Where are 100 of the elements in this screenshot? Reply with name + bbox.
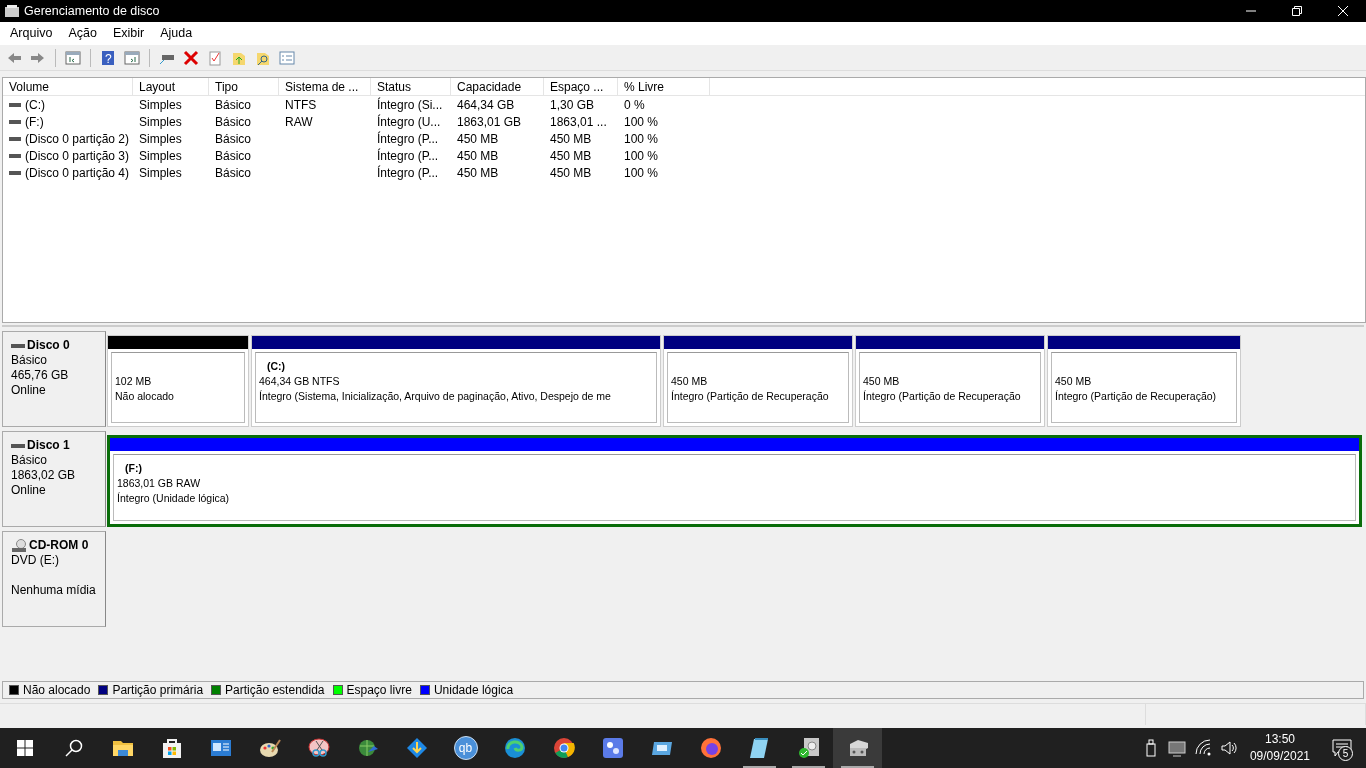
table-cell-text: (Disco 0 partição 3) [25, 147, 130, 165]
drive-icon [9, 118, 21, 125]
drive-icon [9, 101, 21, 108]
taskbar-app-button[interactable] [833, 728, 882, 768]
legend-label: Partição primária [112, 682, 204, 699]
clock[interactable]: 13:50 09/09/2021 [1241, 731, 1318, 765]
disk-size: 1863,02 GB [11, 468, 77, 483]
table-cell: RAW [285, 114, 313, 129]
partition[interactable]: 450 MB Íntegro (Partição de Recuperação [663, 335, 853, 427]
app-label: qb [453, 736, 478, 760]
partition-size: 450 MB [863, 374, 901, 389]
disk-name: CD-ROM 0 [29, 538, 89, 553]
disk-label-panel[interactable]: Disco 0 Básico 465,76 GB Online [2, 331, 106, 427]
table-cell: Simples [139, 97, 182, 112]
clock-date: 09/09/2021 [1249, 748, 1310, 765]
table-cell: 1863,01 GB [457, 114, 522, 129]
partition-size: 1863,01 GB RAW [117, 476, 202, 491]
notification-button[interactable]: 5 [1318, 728, 1366, 768]
table-cell: 450 MB [457, 131, 499, 146]
table-cell: Básico [215, 165, 252, 180]
table-cell: Íntegro (P... [377, 165, 439, 180]
table-cell: 100 % [624, 131, 659, 146]
partition-size: 450 MB [1055, 374, 1093, 389]
window-title: Gerenciamento de disco [23, 2, 161, 20]
table-cell: Básico [215, 148, 252, 163]
partition-status: Íntegro (Unidade lógica) [117, 491, 231, 506]
table-cell: 100 % [624, 165, 659, 180]
table-cell: Íntegro (P... [377, 148, 439, 163]
partition-status: Não alocado [115, 389, 175, 404]
restore-icon [1292, 6, 1302, 16]
table-cell: 1863,01 ... [550, 114, 607, 129]
partition-status: Íntegro (Sistema, Inicialização, Arquivo de paginação, Ativo, Despejo de me [259, 389, 612, 404]
partition-status: Íntegro (Partição de Recuperação [671, 389, 830, 404]
partition[interactable]: 102 MB Não alocado [107, 335, 249, 427]
close-icon [1338, 6, 1348, 16]
help-button[interactable]: ? [98, 47, 118, 68]
partition-size: 450 MB [671, 374, 709, 389]
table-cell: Íntegro (Si... [377, 97, 443, 112]
legend-label: Espaço livre [346, 682, 412, 699]
disk-label-panel[interactable]: Disco 1 Básico 1863,02 GB Online [2, 431, 106, 527]
drive-icon [9, 152, 21, 159]
disk-size: 465,76 GB [11, 368, 70, 383]
table-cell: Simples [139, 114, 182, 129]
search-icon [64, 739, 83, 757]
table-cell: NTFS [285, 97, 317, 112]
table-cell: Básico [215, 97, 252, 112]
drive-icon [9, 135, 21, 142]
chat-bubble-icon [1332, 739, 1352, 757]
menu-item[interactable]: Ação [60, 22, 105, 45]
table-cell-text: (Disco 0 partição 4) [25, 164, 130, 182]
table-cell-text: (F:) [25, 113, 44, 131]
partition-size: 464,34 GB NTFS [259, 374, 341, 389]
partition-status: Íntegro (Partição de Recuperação) [1055, 389, 1218, 404]
legend-label: Unidade lógica [433, 682, 514, 699]
legend-label: Não alocado [23, 682, 91, 699]
disk-label-panel[interactable]: CD-ROM 0 DVD (E:) Nenhuma mídia [2, 531, 106, 627]
table-cell: 450 MB [550, 148, 592, 163]
disk-name: Disco 0 [27, 338, 70, 353]
partition-size: 102 MB [115, 374, 153, 389]
menu-item[interactable]: Exibir [104, 22, 153, 45]
circle-logo-icon [551, 736, 576, 760]
disk-check-icon [796, 736, 821, 760]
table-cell: 450 MB [457, 148, 499, 163]
table-cell: Íntegro (U... [377, 114, 441, 129]
notification-count: 5 [1338, 746, 1353, 761]
menu-item[interactable]: Arquivo [2, 22, 61, 45]
disk-status: Online [11, 383, 47, 398]
table-cell: 100 % [624, 114, 659, 129]
table-cell: Básico [215, 131, 252, 146]
panel-icon [65, 49, 81, 66]
table-cell: Simples [139, 131, 182, 146]
table-cell-text: (Disco 0 partição 2) [25, 130, 130, 148]
checklist-icon [207, 49, 223, 66]
legend-label: Partição estendida [225, 682, 325, 699]
partition[interactable]: (C:) 464,34 GB NTFS Íntegro (Sistema, Inicialização, Arquivo de paginação, Ativo, Despejo de me [251, 335, 661, 427]
windows-logo-icon [16, 740, 33, 756]
panel-icon [124, 49, 140, 66]
table-cell-text: (C:) [25, 96, 45, 114]
properties-icon [279, 49, 295, 66]
delete-icon [183, 49, 199, 66]
disk-name: Disco 1 [27, 438, 70, 453]
partition-label: (C:) [266, 359, 287, 374]
table-cell: Íntegro (P... [377, 131, 439, 146]
disk-type: DVD (E:) [11, 553, 60, 568]
table-cell: 464,34 GB [457, 97, 515, 112]
disk-status: Online [11, 483, 47, 498]
partition[interactable]: (F:) 1863,01 GB RAW Íntegro (Unidade lógica) [107, 435, 1362, 527]
partition[interactable]: 450 MB Íntegro (Partição de Recuperação) [1047, 335, 1241, 427]
cd-drive-icon [11, 538, 27, 553]
partition-status: Íntegro (Partição de Recuperação [863, 389, 1022, 404]
table-cell: 0 % [624, 97, 645, 112]
disk-status: Nenhuma mídia [11, 583, 97, 598]
disk-type: Básico [11, 353, 49, 368]
partition[interactable]: 450 MB Íntegro (Partição de Recuperação [855, 335, 1045, 427]
menu-item[interactable]: Ajuda [152, 22, 201, 45]
disk-type: Básico [11, 453, 49, 468]
table-cell: Básico [215, 114, 252, 129]
app-square-icon [600, 736, 625, 760]
table-cell: 450 MB [550, 165, 592, 180]
drive-icon [11, 342, 25, 349]
